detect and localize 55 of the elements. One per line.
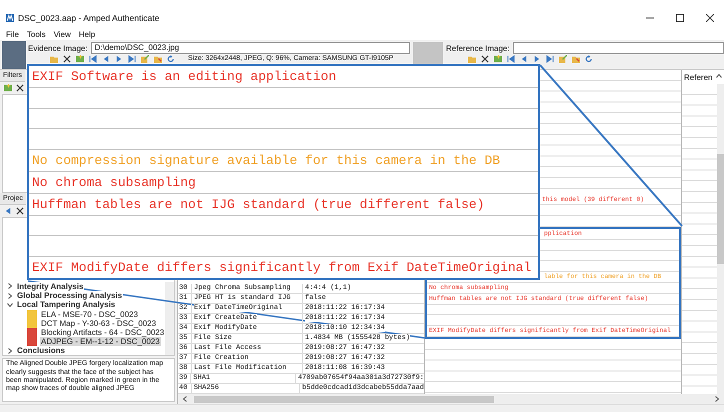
image-add-icon[interactable] <box>494 55 502 63</box>
tree-item[interactable]: Local Tampering Analysis <box>16 300 116 310</box>
photo-placeholder <box>2 41 26 69</box>
scroll-left-icon[interactable] <box>182 396 188 402</box>
result-message: No chroma subsampling <box>29 172 538 194</box>
menu-item[interactable]: Help <box>78 30 96 38</box>
app-logo-icon <box>6 14 14 22</box>
menu-item[interactable]: Tools <box>26 30 46 38</box>
tree-item[interactable]: DCT Map - Y-30-63 - DSC_0023 <box>40 318 158 328</box>
scroll-up-icon[interactable] <box>716 73 722 79</box>
path-field[interactable] <box>512 42 724 54</box>
result-message: Huffman tables are not IJG standard (true different false) <box>29 194 538 216</box>
skip-forward-icon[interactable] <box>546 55 554 63</box>
window-title: DSC_0023.aap - Amped Authenticate <box>18 13 160 23</box>
tree-item[interactable]: Integrity Analysis <box>16 282 84 291</box>
field-label: Reference Image: <box>446 44 510 52</box>
menu-item[interactable]: File <box>6 30 19 38</box>
refresh-icon[interactable] <box>167 55 175 63</box>
scrollbar-thumb[interactable] <box>194 396 494 402</box>
export-icon[interactable] <box>559 55 567 63</box>
previous-icon[interactable] <box>4 206 12 215</box>
scrollbar-thumb[interactable] <box>717 154 724 264</box>
path-field[interactable]: D:\demo\DSC_0023.jpg <box>90 42 410 54</box>
image-add-icon[interactable] <box>4 84 12 92</box>
skip-back-icon[interactable] <box>89 55 97 63</box>
folder-arrow-icon[interactable] <box>572 55 580 63</box>
scrollbar[interactable] <box>165 282 174 356</box>
tree-item[interactable]: Global Processing Analysis <box>16 291 124 300</box>
column-header[interactable]: Referen <box>684 73 712 81</box>
tree-item[interactable]: ELA - MSE-70 - DSC_0023 <box>40 310 139 319</box>
chevron-down-icon[interactable] <box>7 302 13 308</box>
close-icon[interactable] <box>63 55 71 63</box>
tree-item[interactable]: Blocking Artifacts - 64 - DSC_0023 <box>40 328 166 337</box>
tree-item[interactable]: Conclusions <box>16 346 66 356</box>
chevron-right-icon[interactable] <box>7 292 13 299</box>
close-icon[interactable] <box>16 84 24 92</box>
close-icon[interactable] <box>16 206 24 215</box>
skip-back-icon[interactable] <box>507 55 515 63</box>
export-icon[interactable] <box>141 55 149 63</box>
menu-item[interactable]: View <box>54 30 71 38</box>
folder-arrow-icon[interactable] <box>154 55 162 63</box>
scrollbar[interactable] <box>717 84 724 394</box>
chevron-right-icon[interactable] <box>7 348 13 354</box>
skip-forward-icon[interactable] <box>128 55 136 63</box>
chevron-right-icon[interactable] <box>7 283 13 290</box>
refresh-icon[interactable] <box>585 55 593 63</box>
maximize-icon[interactable] <box>676 14 684 22</box>
image-add-icon[interactable] <box>76 55 84 63</box>
field-label: Evidence Image: <box>28 44 88 52</box>
close-icon[interactable] <box>706 14 714 22</box>
result-message: No compression signature available for this camera in the DB <box>29 150 538 172</box>
scroll-right-icon[interactable] <box>714 396 720 402</box>
close-icon[interactable] <box>481 55 489 63</box>
tree-item[interactable]: ADJPEG - EM--1-12 - DSC_0023 <box>40 337 161 346</box>
result-message: EXIF Software is an editing application <box>29 66 538 88</box>
